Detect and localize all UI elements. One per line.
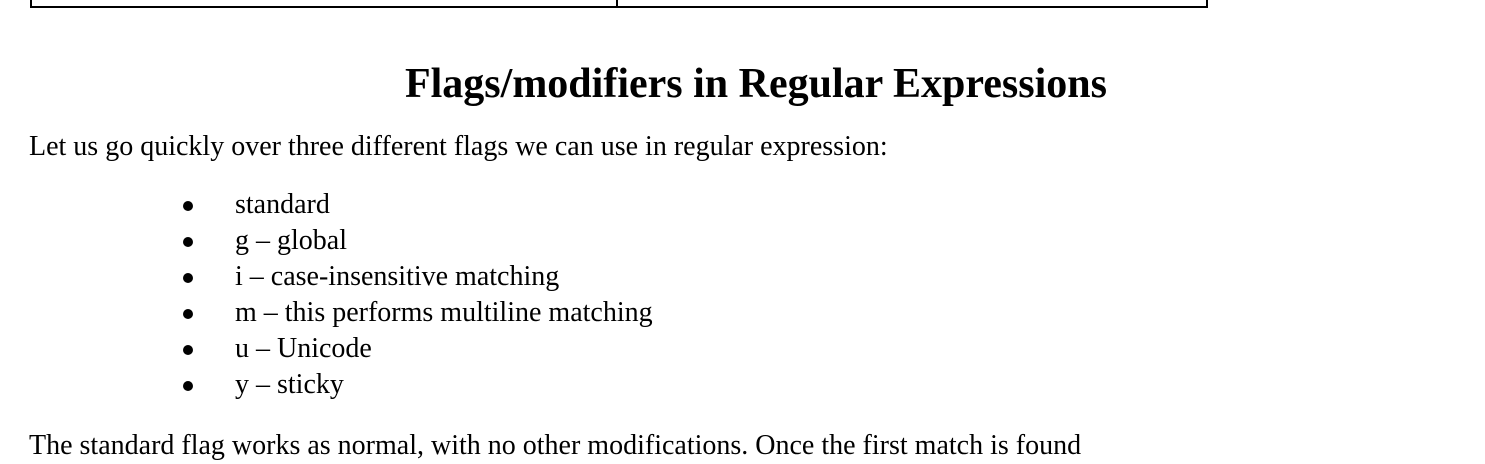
bullet-icon (183, 273, 193, 283)
bullet-icon (183, 345, 193, 355)
flag-label: standard (235, 189, 330, 220)
flag-label: u – Unicode (235, 333, 372, 364)
flag-label: m – this performs multiline matching (235, 297, 653, 328)
flag-label: i – case-insensitive matching (235, 261, 560, 292)
intro-paragraph: Let us go quickly over three different f… (29, 131, 888, 162)
bullet-icon (183, 237, 193, 247)
flag-label: g – global (235, 225, 347, 256)
flag-label: y – sticky (235, 369, 344, 400)
table-column-divider (616, 0, 618, 6)
section-heading: Flags/modifiers in Regular Expressions (404, 61, 1107, 107)
next-paragraph-partial: The standard flag works as normal, with … (29, 430, 1082, 461)
bullet-icon (183, 381, 193, 391)
table-bottom-border (30, 0, 1208, 8)
bullet-icon (183, 309, 193, 319)
bullet-icon (183, 201, 193, 211)
